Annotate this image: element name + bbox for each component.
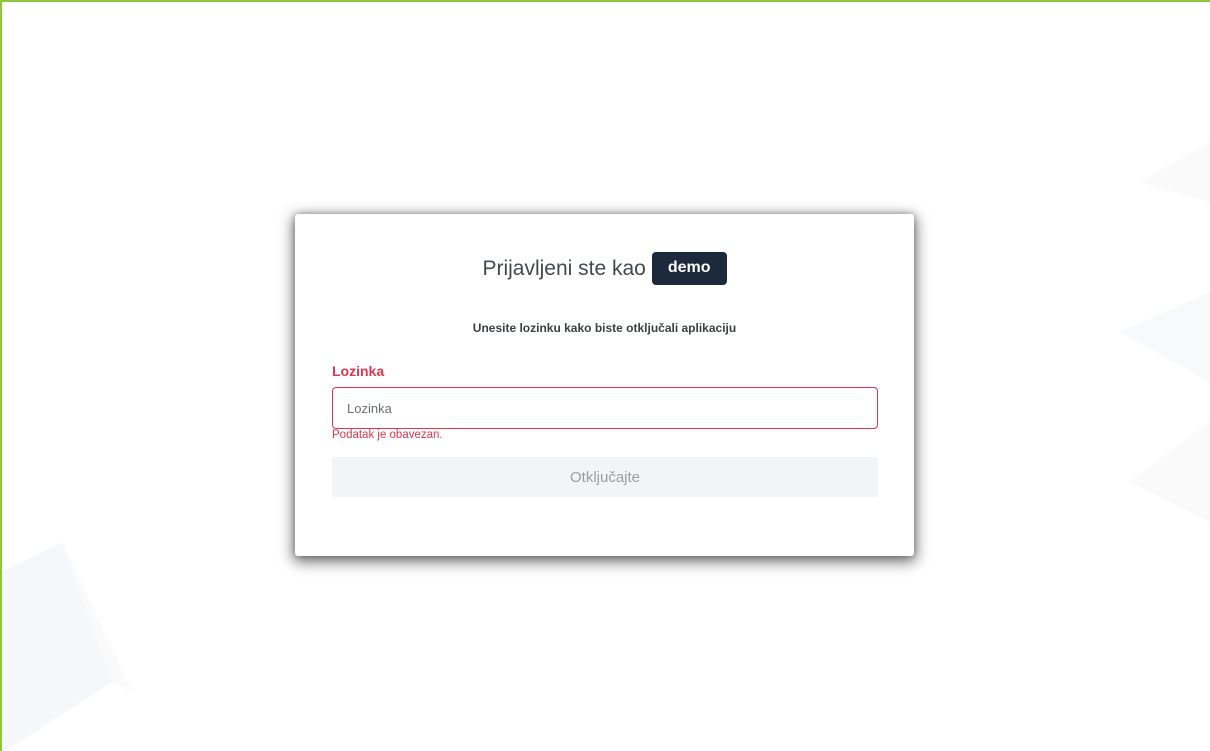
instruction-text: Unesite lozinku kako biste otključali ap… xyxy=(472,321,737,335)
username-badge: demo xyxy=(651,252,727,285)
background-decoration-left xyxy=(2,542,132,751)
unlock-card: Prijavljeni ste kao demo Unesite lozinku… xyxy=(295,214,914,556)
page-title: Prijavljeni ste kao xyxy=(482,256,646,280)
password-label: Lozinka xyxy=(332,363,385,379)
background-decoration-right xyxy=(1120,142,1210,522)
app-viewport: Prijavljeni ste kao demo Unesite lozinku… xyxy=(0,0,1210,751)
unlock-button[interactable]: Otključajte xyxy=(332,457,878,497)
password-error-message: Podatak je obavezan. xyxy=(332,429,443,441)
password-input[interactable] xyxy=(332,387,878,429)
title-row: Prijavljeni ste kao demo xyxy=(295,252,914,285)
